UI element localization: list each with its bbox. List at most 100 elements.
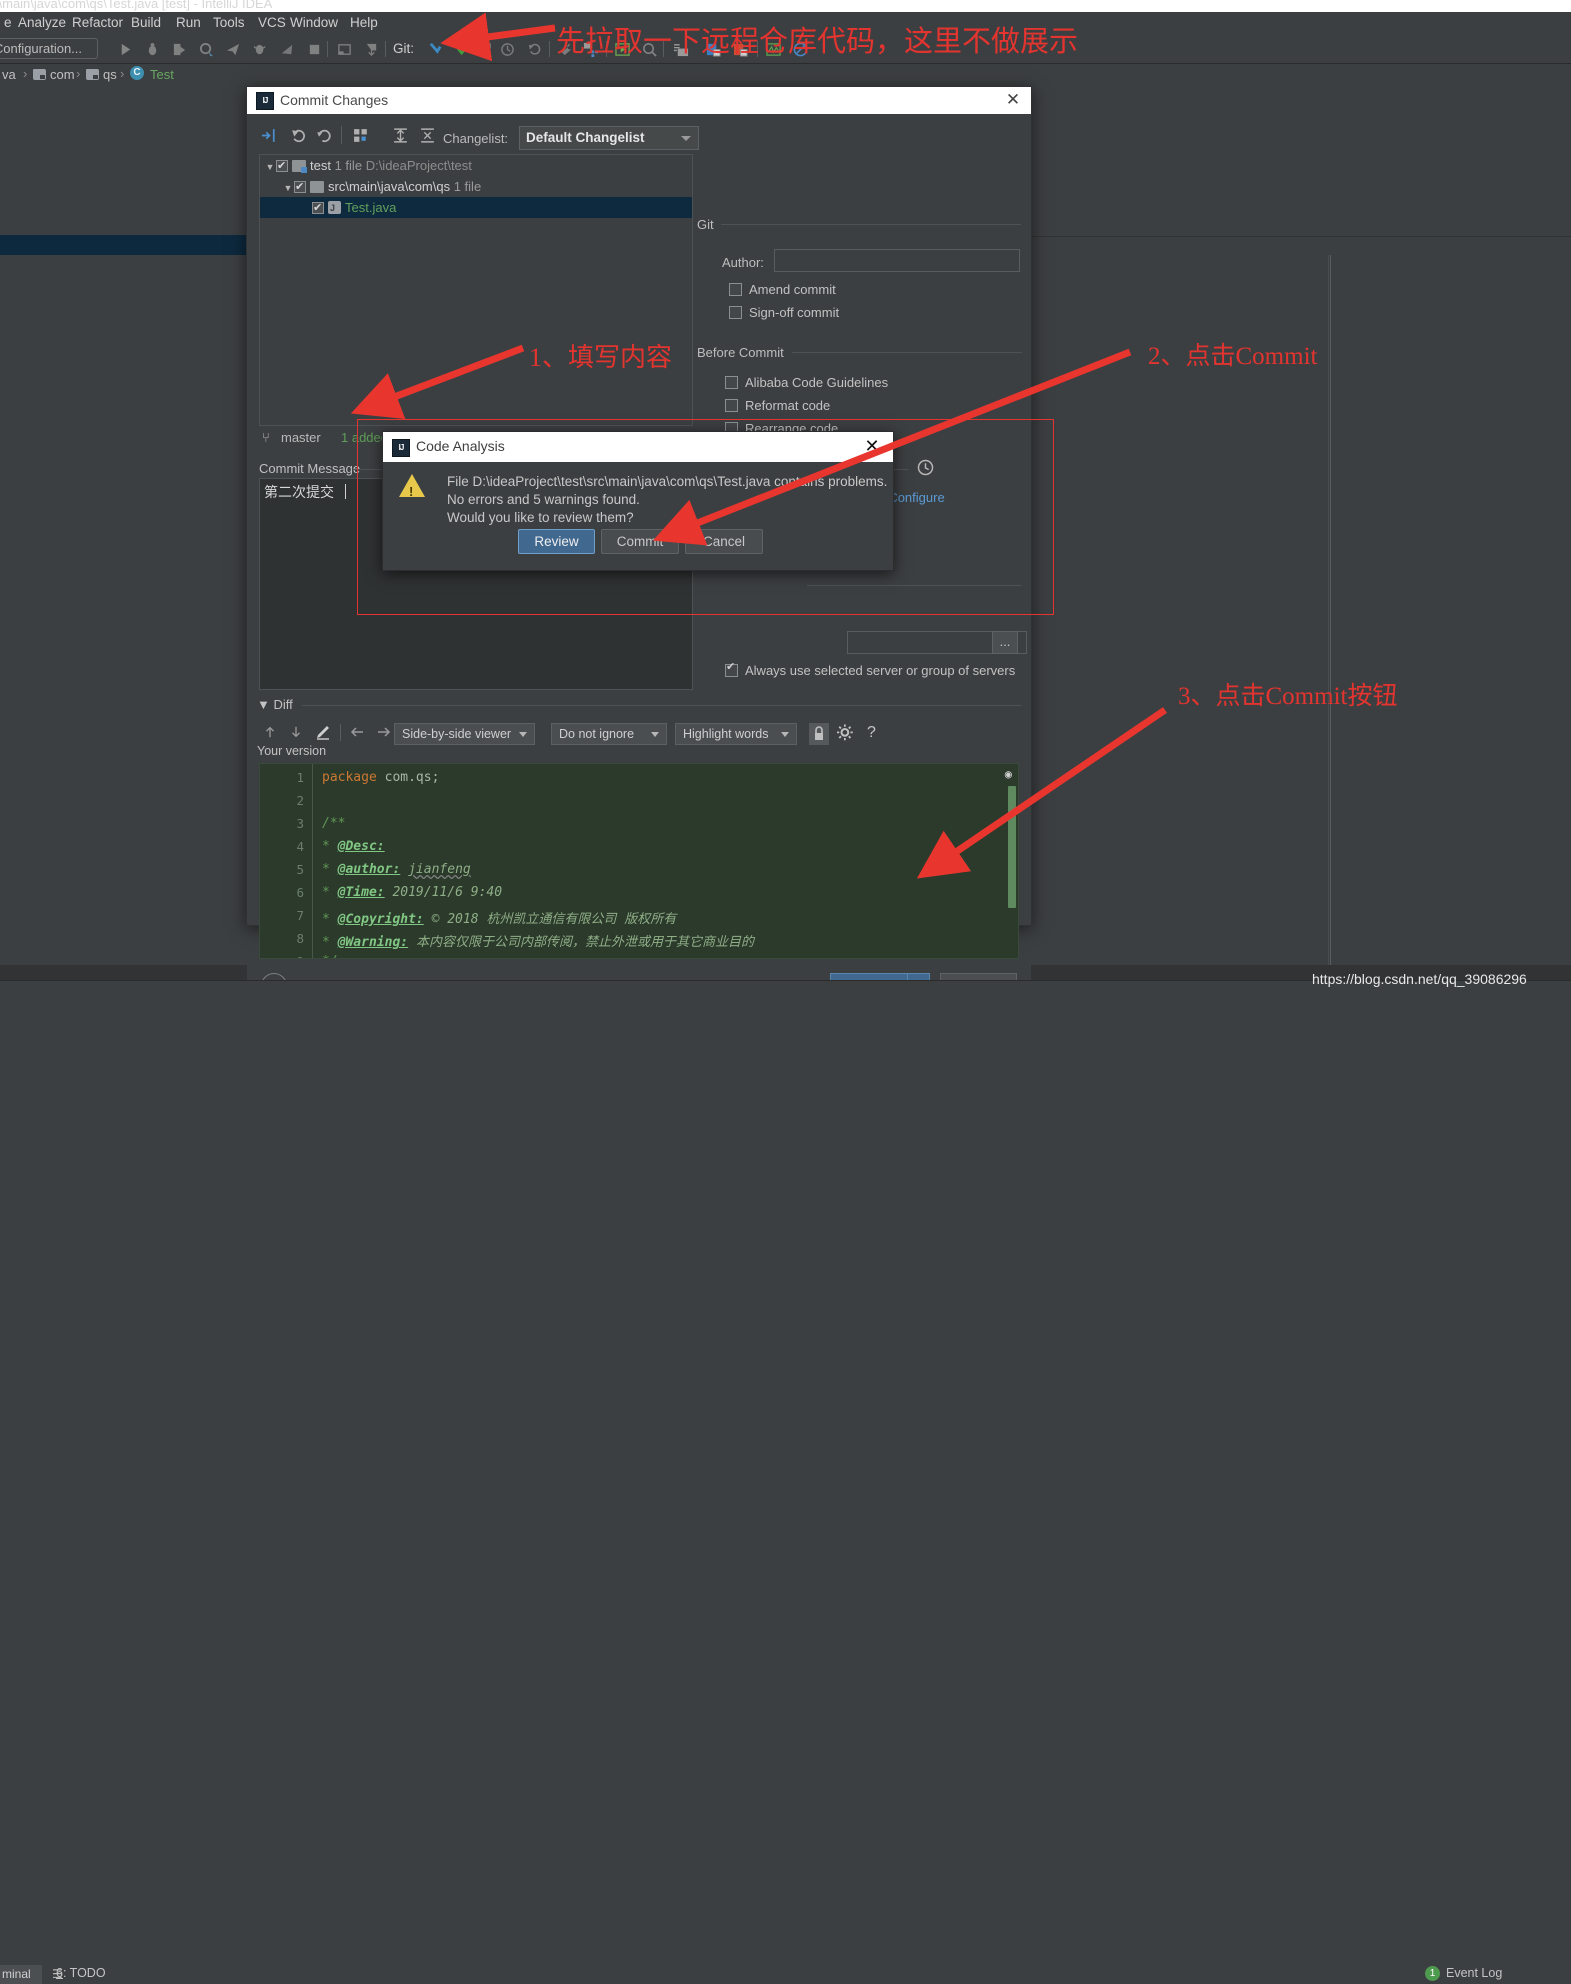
checkbox[interactable] — [725, 399, 738, 412]
menu-item-help[interactable]: Help — [350, 15, 378, 30]
run-configuration-selector[interactable]: d Configuration... — [0, 38, 98, 59]
server-browse-button[interactable]: ... — [992, 631, 1018, 654]
stop-icon[interactable] — [307, 42, 322, 57]
diff-code-viewer[interactable]: 1 2 3 4 5 6 7 8 9 package com.qs; /** * … — [259, 763, 1019, 959]
rollback-icon[interactable] — [290, 127, 307, 144]
revert-icon[interactable] — [527, 42, 542, 57]
code-scrollbar[interactable] — [1008, 786, 1016, 908]
statusbar-todo-tab[interactable]: 6: TODO — [56, 1966, 106, 1980]
your-version-label: Your version — [257, 744, 327, 758]
statusbar-terminal-tab[interactable]: minal — [0, 1965, 42, 1984]
menu-item-run[interactable]: Run — [176, 15, 201, 30]
chevron-down-icon[interactable]: ▼ — [282, 178, 294, 199]
diff-help-icon[interactable]: ? — [867, 724, 876, 742]
breadcrumb[interactable]: va › com › qs › C Test — [0, 64, 1571, 87]
edit-pencil-icon[interactable] — [315, 724, 331, 740]
previous-difference-icon[interactable] — [263, 724, 277, 740]
javadoc-tag: @Copyright: — [337, 912, 424, 927]
open-window-icon[interactable] — [337, 42, 352, 57]
java-file-icon — [328, 198, 341, 219]
deploy-icon[interactable] — [226, 42, 241, 57]
diff-section-label[interactable]: ▼ Diff — [257, 697, 293, 712]
lock-icon[interactable] — [808, 722, 830, 746]
tree-item-meta: 1 file — [334, 158, 363, 173]
eye-icon[interactable]: ◉ — [1005, 767, 1012, 781]
statusbar-event-log[interactable]: Event Log — [1446, 1966, 1502, 1980]
git-update-project-icon[interactable] — [428, 41, 443, 56]
refresh-icon[interactable] — [316, 127, 333, 144]
line-number: 5 — [296, 862, 304, 877]
expand-all-icon[interactable] — [392, 127, 409, 144]
menu-item-build[interactable]: Build — [131, 15, 161, 30]
breadcrumb-item-test[interactable]: Test — [150, 67, 174, 82]
git-push-icon[interactable] — [478, 41, 493, 56]
code-line: * @Warning: 本内容仅限于公司内部传阅，禁止外泄或用于其它商业目的 — [322, 931, 754, 950]
menu-item-vcs[interactable]: VCS — [258, 15, 286, 30]
menu-item-e[interactable]: e — [4, 15, 12, 30]
code-line: */ — [322, 954, 338, 958]
show-diff-icon[interactable] — [261, 127, 278, 144]
checkbox[interactable] — [729, 306, 742, 319]
tree-row[interactable]: ▼ test 1 file D:\ideaProject\test — [260, 155, 692, 178]
history-icon[interactable] — [500, 42, 515, 57]
run-with-coverage-icon[interactable] — [172, 42, 187, 57]
highlight-mode-value: Highlight words — [683, 727, 769, 741]
javadoc-tag: @Warning: — [337, 935, 409, 950]
ignore-mode-dropdown[interactable]: Do not ignore — [551, 723, 667, 745]
checkbox-alibaba-code-guidelines[interactable]: Alibaba Code Guidelines — [725, 374, 888, 390]
checkbox[interactable] — [725, 376, 738, 389]
debug-attach-icon[interactable] — [253, 42, 268, 57]
import-gradle-icon[interactable] — [364, 42, 379, 57]
git-commit-icon[interactable] — [456, 41, 471, 56]
commit-dialog-titlebar: IJ Commit Changes ✕ — [247, 87, 1031, 114]
chevron-down-icon[interactable]: ▼ — [264, 157, 276, 178]
checkbox[interactable] — [276, 156, 288, 177]
checkbox[interactable] — [725, 660, 738, 677]
folder-icon — [33, 69, 46, 80]
menu-item-window[interactable]: Window — [290, 15, 338, 30]
debug-icon[interactable] — [145, 42, 160, 57]
section-divider — [302, 705, 1022, 706]
annotation-note-2: 2、点击Commit — [1148, 343, 1318, 370]
menu-item-analyze[interactable]: Analyze — [18, 15, 66, 30]
run-icon[interactable] — [118, 42, 133, 57]
highlight-mode-dropdown[interactable]: Highlight words — [675, 723, 797, 745]
checkbox[interactable] — [729, 283, 742, 296]
intellij-logo-icon: IJ — [256, 92, 274, 110]
changelist-label-text: Changelist: — [443, 131, 509, 146]
changelist-dropdown[interactable]: Default Changelist — [519, 126, 699, 150]
checkbox[interactable] — [312, 198, 324, 219]
checkbox-always-use-selected-server[interactable]: Always use selected server or group of s… — [725, 660, 1015, 678]
text-caret — [345, 484, 346, 499]
breadcrumb-item-qs[interactable]: qs — [103, 67, 117, 82]
collapse-all-icon[interactable] — [419, 127, 436, 144]
menu-item-refactor[interactable]: Refactor — [72, 15, 123, 30]
tree-row[interactable]: ▼ src\main\java\com\qs 1 file — [260, 176, 692, 199]
chevron-down-icon — [519, 732, 527, 737]
viewer-mode-dropdown[interactable]: Side-by-side viewer — [394, 723, 535, 745]
author-field[interactable] — [774, 249, 1020, 272]
editor-body[interactable] — [0, 87, 246, 235]
update-app-icon[interactable] — [280, 42, 295, 57]
comment-star: * — [322, 885, 330, 900]
checkbox[interactable] — [294, 177, 306, 198]
checkbox-reformat-code[interactable]: Reformat code — [725, 397, 830, 413]
breadcrumb-item-va[interactable]: va — [2, 67, 16, 82]
menu-item-tools[interactable]: Tools — [213, 15, 245, 30]
statusbar-todo-label: : TODO — [62, 1966, 106, 1980]
changelist-selected-value: Default Changelist — [526, 130, 645, 145]
accept-right-icon[interactable] — [376, 724, 392, 740]
close-icon[interactable]: ✕ — [1003, 91, 1023, 111]
annotation-highlight-box — [357, 419, 1054, 615]
breadcrumb-item-com[interactable]: com — [50, 67, 75, 82]
next-difference-icon[interactable] — [289, 724, 303, 740]
checkbox-amend-commit[interactable]: Amend commit — [729, 281, 836, 297]
changed-files-tree[interactable]: ▼ test 1 file D:\ideaProject\test ▼ src\ma… — [259, 154, 693, 426]
tree-row[interactable]: Test.java — [260, 197, 692, 219]
checkbox-sign-off-commit[interactable]: Sign-off commit — [729, 304, 839, 320]
profile-icon[interactable] — [199, 42, 214, 57]
accept-left-icon[interactable] — [349, 724, 365, 740]
group-by-icon[interactable] — [353, 127, 370, 144]
ignore-mode-value: Do not ignore — [559, 727, 635, 741]
gear-icon[interactable] — [837, 724, 855, 743]
